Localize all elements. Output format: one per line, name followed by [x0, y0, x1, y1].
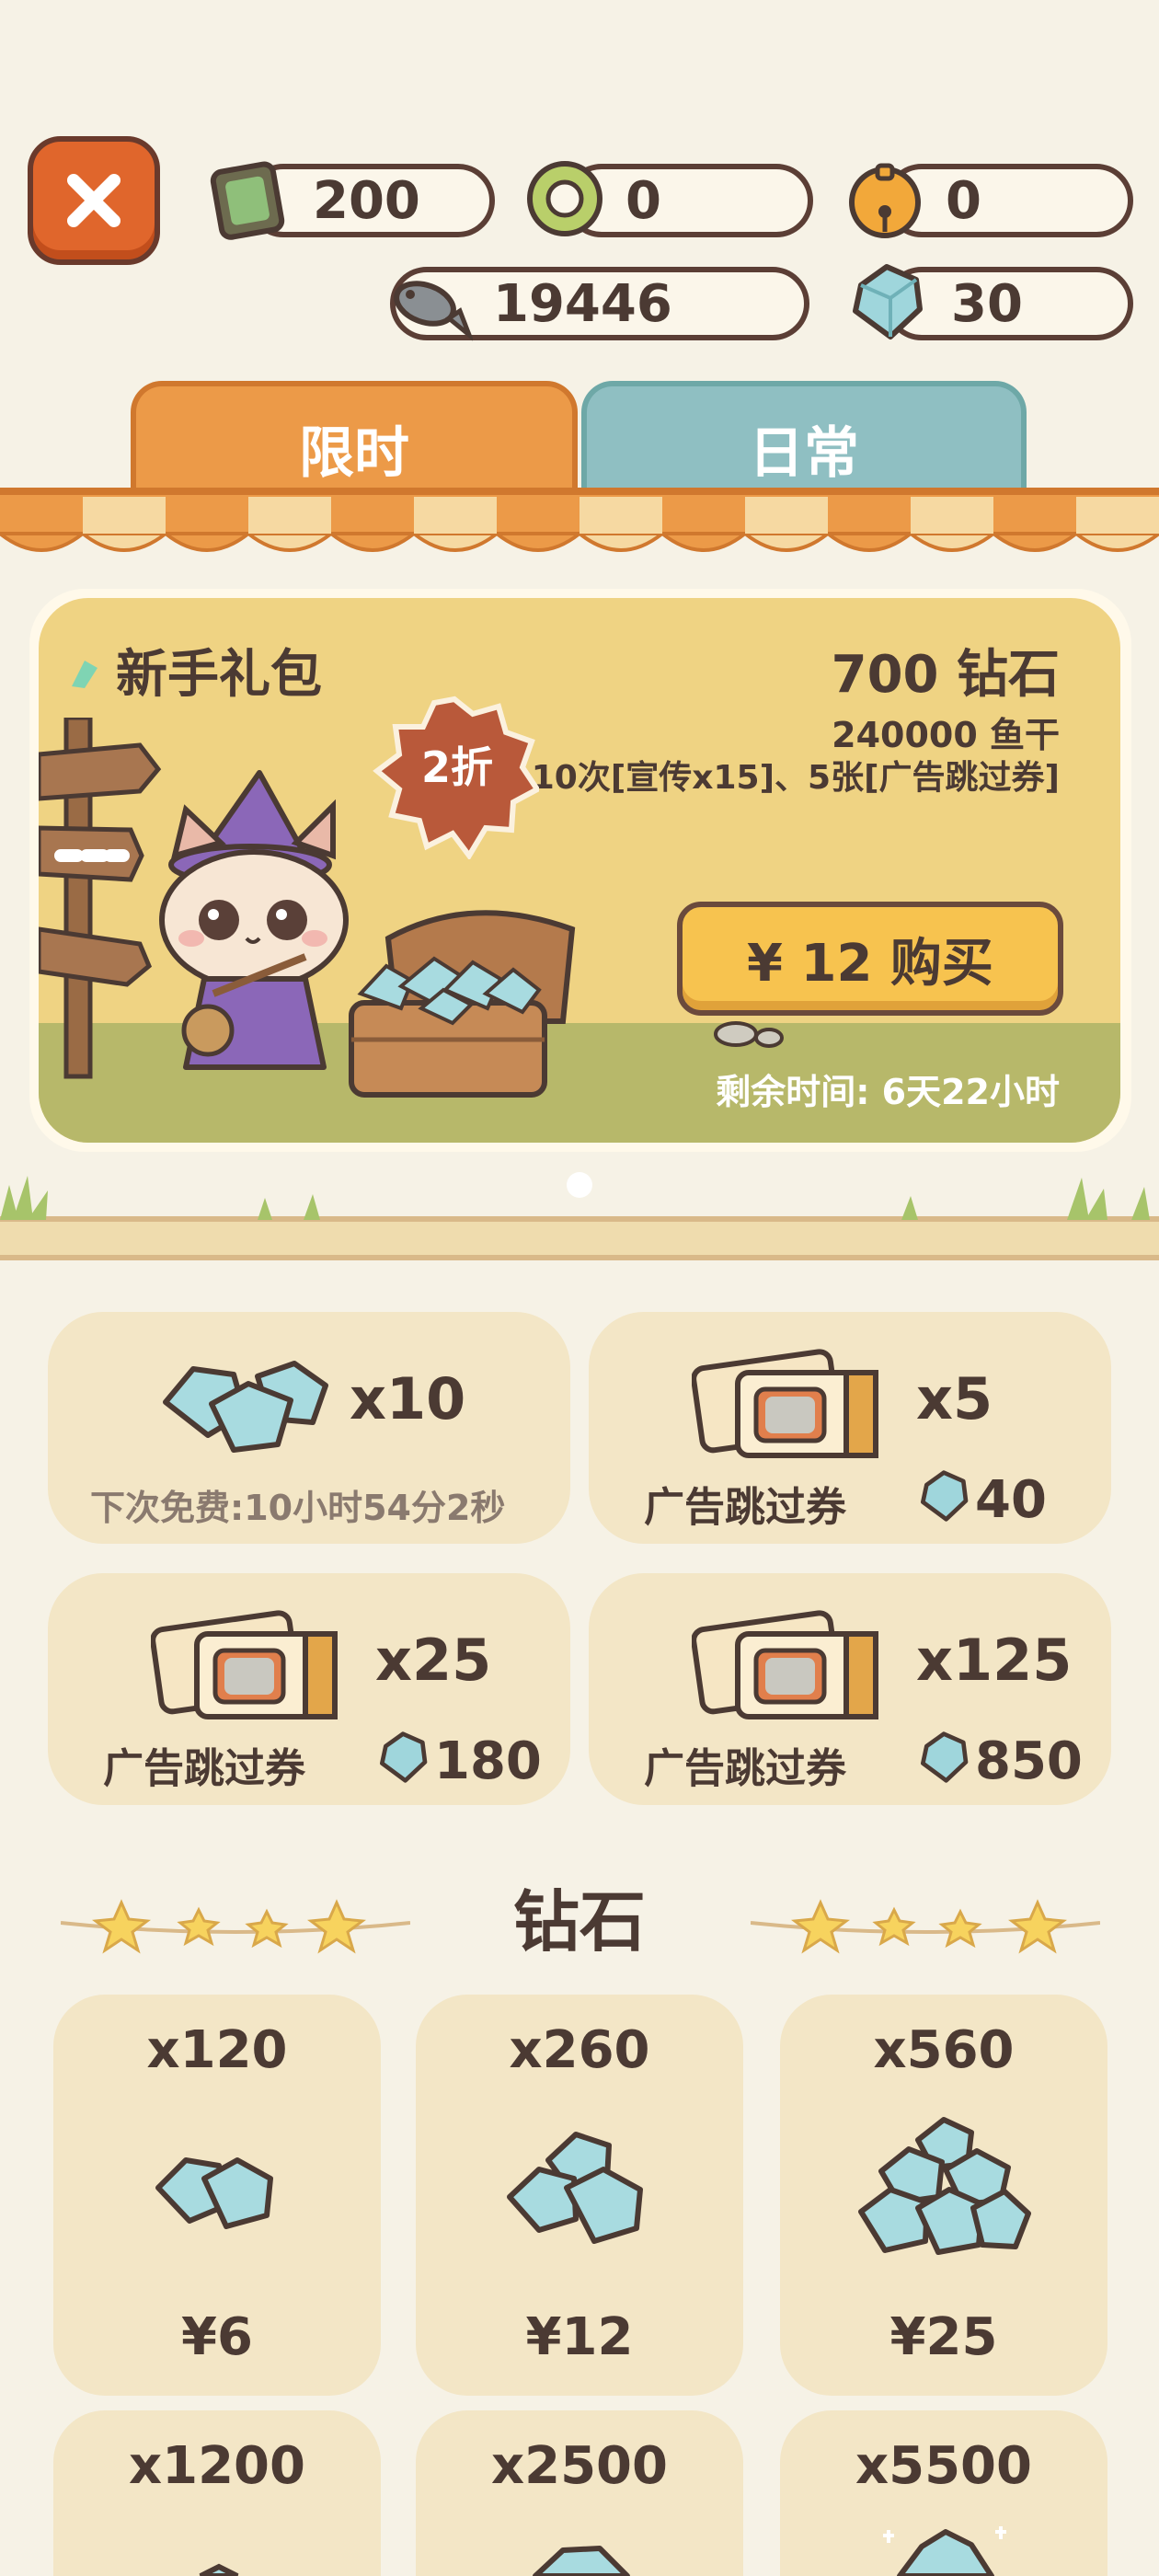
- tab-daily-label: 日常: [749, 420, 859, 486]
- starter-pack-extras: 10次[宣传x15]、5张[广告跳过券]: [531, 759, 1060, 797]
- free-diamond-offer[interactable]: x10 下次免费:10小时54分2秒: [48, 1312, 570, 1544]
- offer-timer: 剩余时间: 6天22小时: [716, 1072, 1060, 1112]
- starter-pack-title: 新手礼包: [116, 645, 322, 705]
- ticket-count: 200: [313, 170, 420, 231]
- offer-label: 广告跳过券: [644, 1745, 846, 1792]
- diamond-pack-icon: [155, 2157, 273, 2229]
- ad-skip-ticket-icon: [692, 1349, 878, 1458]
- close-icon: [67, 174, 120, 227]
- diamond-pile-icon: [163, 1361, 328, 1453]
- tab-daily[interactable]: 日常: [581, 381, 1027, 500]
- offer-qty: x25: [375, 1627, 492, 1694]
- offer-price: 180: [434, 1731, 542, 1791]
- treasure-chest-illustration: [349, 910, 576, 1098]
- offer-qty: x125: [916, 1627, 1073, 1694]
- pack-price: ¥12: [525, 2307, 634, 2367]
- pack-qty: x120: [146, 2020, 288, 2080]
- offer-label: 广告跳过券: [644, 1484, 846, 1531]
- ring-count: 0: [625, 170, 661, 231]
- diamond-pack-260[interactable]: x260 ¥12: [416, 1995, 743, 2396]
- pack-qty: x2500: [491, 2436, 668, 2496]
- bell-icon: [849, 163, 921, 238]
- fish-icon: [394, 281, 473, 341]
- pack-qty: x260: [509, 2020, 650, 2080]
- pebbles-decoration: [714, 1021, 784, 1048]
- ad-skip-ticket-icon: [692, 1610, 878, 1719]
- diamond-pack-icon: [533, 2546, 630, 2576]
- ring-icon: [527, 161, 602, 236]
- free-countdown: 下次免费:10小时54分2秒: [90, 1488, 506, 1528]
- grass-decoration: [0, 1176, 1150, 1220]
- diamond-pack-1200[interactable]: x1200: [53, 2410, 381, 2576]
- pack-qty: x1200: [129, 2436, 305, 2496]
- diamond-pack-icon: [507, 2132, 643, 2244]
- diamond-icon: [380, 1731, 428, 1783]
- starter-pack-diamonds: 700 钻石: [831, 645, 1060, 705]
- diamond-pack-560[interactable]: x560 ¥25: [780, 1995, 1107, 2396]
- diamond-pack-icon: [199, 2563, 239, 2576]
- ad-skip-offer-25[interactable]: x25 广告跳过券 180: [48, 1573, 570, 1805]
- diamond-count: 30: [951, 273, 1023, 334]
- close-button[interactable]: [28, 136, 160, 265]
- pack-price: ¥6: [181, 2307, 253, 2367]
- pack-qty: x560: [873, 2020, 1015, 2080]
- bell-count: 0: [946, 170, 981, 231]
- offer-qty: x5: [916, 1365, 993, 1432]
- ad-skip-offer-125[interactable]: x125 广告跳过券 850: [589, 1573, 1111, 1805]
- shelf-divider: [0, 1216, 1159, 1260]
- starter-pack-fish: 240000 鱼干: [832, 715, 1060, 755]
- diamond-pack-5500[interactable]: x5500: [780, 2410, 1107, 2576]
- offer-qty: x10: [350, 1365, 466, 1432]
- pack-price: ¥25: [889, 2307, 998, 2367]
- diamond-pack-120[interactable]: x120 ¥6: [53, 1995, 381, 2396]
- fish-count: 19446: [493, 273, 672, 334]
- offer-label: 广告跳过券: [103, 1745, 305, 1792]
- leaf-icon: [72, 661, 98, 688]
- diamond-icon: [921, 1731, 969, 1783]
- discount-label: 2折: [421, 742, 494, 792]
- diamond-icon: [853, 264, 923, 339]
- ad-skip-ticket-icon: [151, 1610, 338, 1719]
- diamond-icon: [921, 1470, 969, 1522]
- diamond-pack-icon: [858, 2117, 1031, 2255]
- pack-qty: x5500: [855, 2436, 1032, 2496]
- offer-price: 850: [975, 1731, 1083, 1791]
- shop-awning: [0, 488, 1159, 552]
- diamond-pack-2500[interactable]: x2500: [416, 2410, 743, 2576]
- diamond-pack-icon: [883, 2526, 1006, 2576]
- star-garland-right: [751, 1899, 1100, 1954]
- ticket-icon: [210, 161, 285, 240]
- ad-skip-offer-5[interactable]: x5 广告跳过券 40: [589, 1312, 1111, 1544]
- offer-price: 40: [975, 1470, 1047, 1530]
- starter-pack-banner: 新手礼包 700 钻石 240000 鱼干 10次[宣传x15]、5张[广告跳过…: [39, 598, 1120, 1143]
- diamond-section-title: 钻石: [512, 1883, 646, 1961]
- starter-pack-buy-button[interactable]: ¥ 12 购买: [677, 902, 1063, 1016]
- tab-limited[interactable]: 限时: [131, 381, 578, 500]
- star-garland-left: [61, 1899, 410, 1954]
- tab-limited-label: 限时: [299, 420, 409, 486]
